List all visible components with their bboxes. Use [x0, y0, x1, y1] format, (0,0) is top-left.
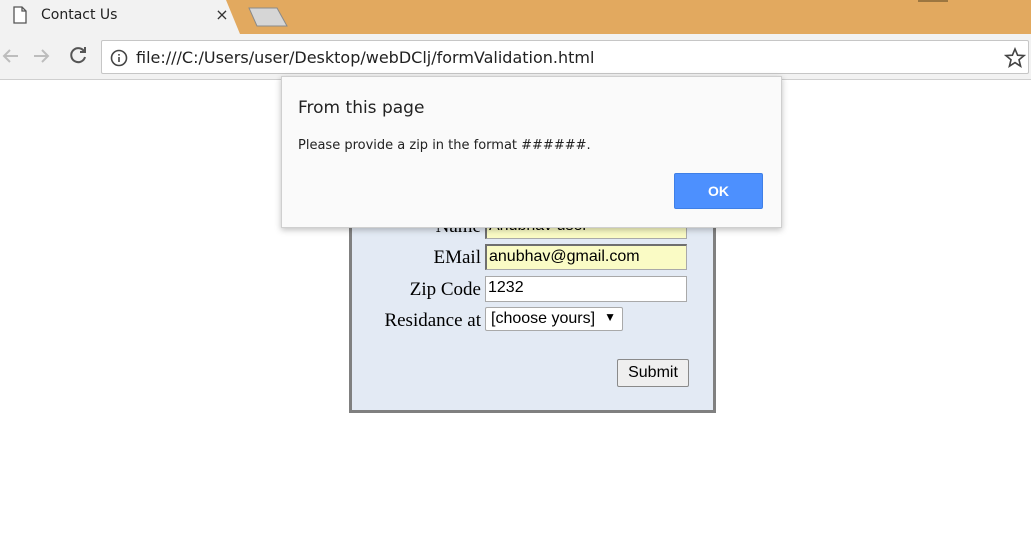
- new-tab-button[interactable]: [247, 6, 289, 28]
- info-icon[interactable]: [110, 49, 128, 67]
- reload-icon[interactable]: [66, 44, 90, 68]
- tab-contact-us[interactable]: Contact Us ×: [0, 0, 240, 34]
- residence-row: Residance at [choose yours] ▼: [352, 307, 713, 333]
- address-bar[interactable]: file:///C:/Users/user/Desktop/webDClj/fo…: [101, 40, 1029, 74]
- email-label: EMail: [433, 247, 482, 268]
- forward-arrow-icon[interactable]: [30, 44, 54, 68]
- zip-input[interactable]: 1232: [485, 276, 687, 302]
- ok-button[interactable]: OK: [674, 173, 763, 209]
- dialog-message: Please provide a zip in the format #####…: [298, 138, 591, 153]
- window-minimize-edge: [918, 0, 948, 2]
- tab-strip: Contact Us ×: [0, 0, 1031, 34]
- back-arrow-icon[interactable]: [0, 44, 24, 68]
- dropdown-arrow-icon: ▼: [604, 310, 616, 324]
- email-row: EMail anubhav@gmail.com: [352, 244, 713, 270]
- page-icon: [13, 6, 27, 24]
- star-icon[interactable]: [1004, 47, 1026, 69]
- close-tab-icon[interactable]: ×: [213, 6, 231, 24]
- submit-button[interactable]: Submit: [617, 359, 689, 387]
- residence-label: Residance at: [384, 310, 481, 331]
- zip-row: Zip Code 1232: [352, 276, 713, 302]
- url-text: file:///C:/Users/user/Desktop/webDClj/fo…: [136, 48, 595, 67]
- residence-selected-value: [choose yours]: [491, 310, 596, 327]
- tab-title: Contact Us: [41, 7, 118, 23]
- email-input[interactable]: anubhav@gmail.com: [485, 244, 687, 270]
- alert-dialog: From this page Please provide a zip in t…: [281, 76, 782, 228]
- residence-select[interactable]: [choose yours] ▼: [485, 307, 623, 331]
- dialog-title: From this page: [298, 98, 425, 118]
- contact-form: Name Anubhav user EMail anubhav@gmail.co…: [349, 200, 716, 413]
- browser-toolbar: file:///C:/Users/user/Desktop/webDClj/fo…: [0, 34, 1031, 80]
- zip-label: Zip Code: [409, 279, 481, 300]
